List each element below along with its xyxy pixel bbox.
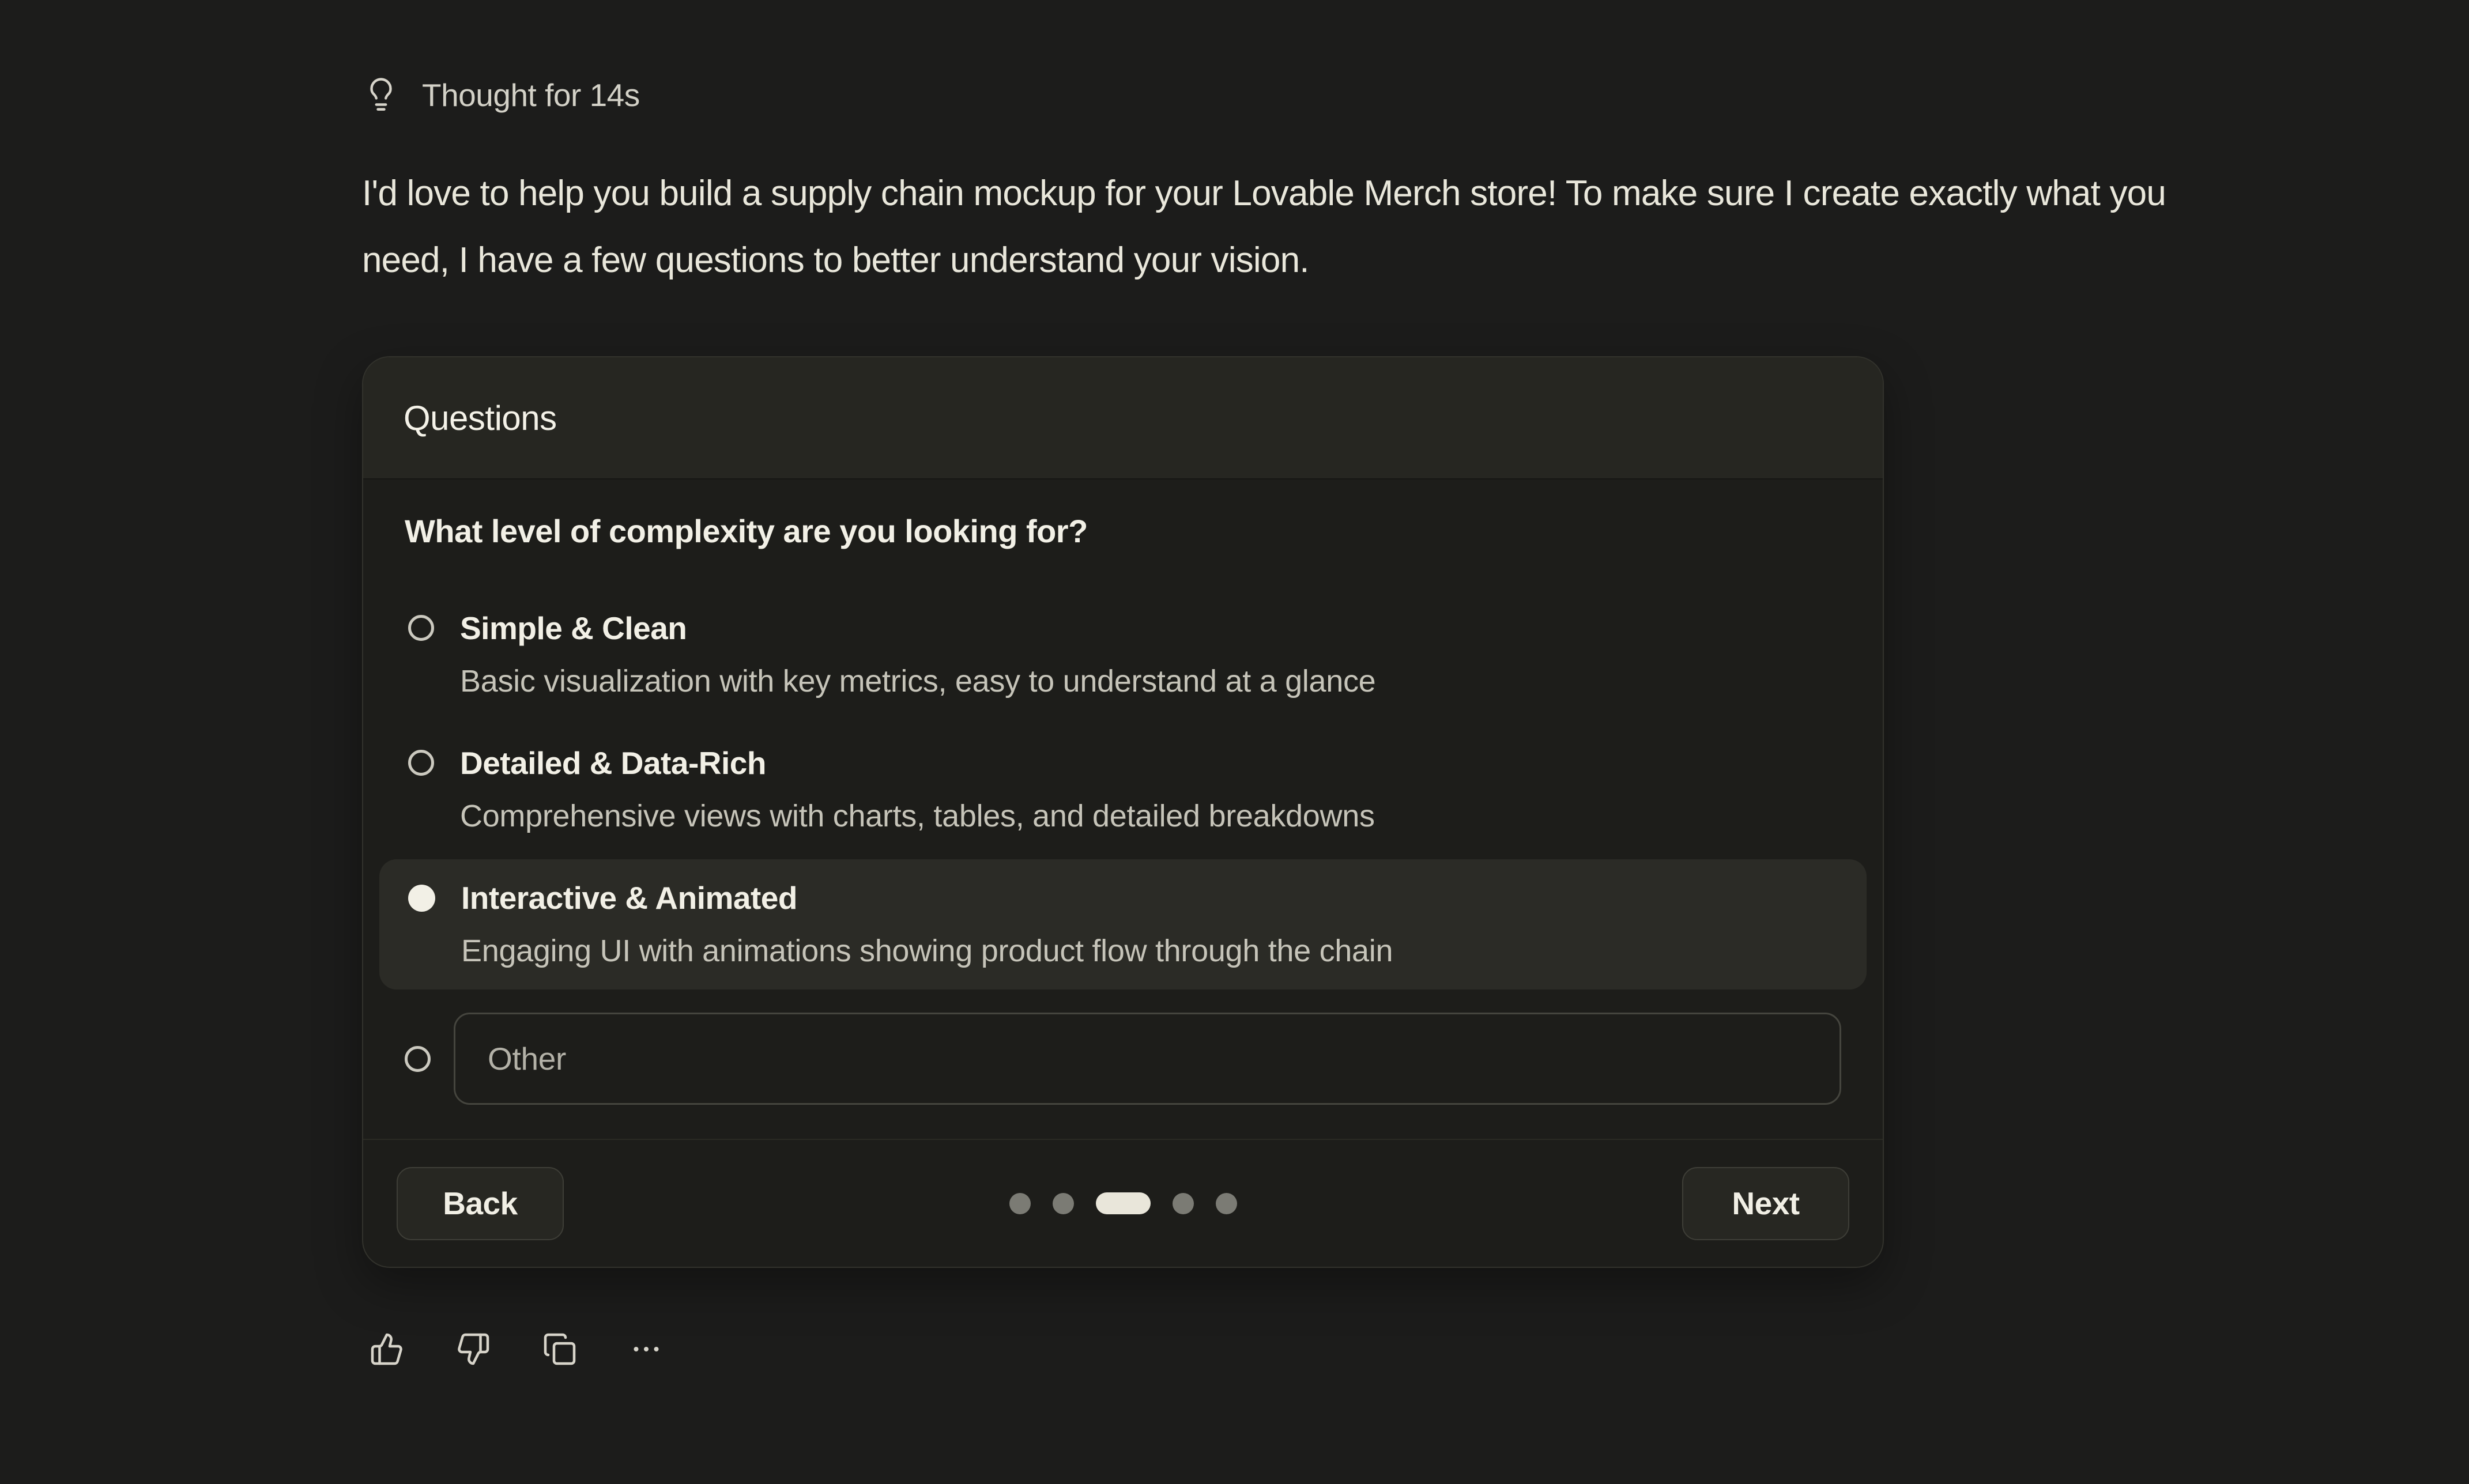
question-text: What level of complexity are you looking…: [405, 509, 1841, 553]
option-label: Detailed & Data-Rich: [460, 742, 1375, 784]
card-title: Questions: [404, 398, 557, 438]
option-interactive-animated[interactable]: Interactive & Animated Engaging UI with …: [379, 859, 1867, 990]
pagination-dot-active: [1096, 1192, 1151, 1214]
option-text: Detailed & Data-Rich Comprehensive views…: [460, 742, 1375, 837]
card-footer: Back Next: [363, 1139, 1883, 1267]
thumbs-down-icon: [456, 1332, 491, 1366]
radio-unselected-icon[interactable]: [408, 615, 434, 641]
thinking-toggle[interactable]: Thought for 14s: [362, 76, 640, 114]
more-options-button[interactable]: [628, 1331, 664, 1367]
assistant-message-text: I'd love to help you build a supply chai…: [362, 160, 2241, 294]
radio-unselected-icon[interactable]: [405, 1046, 431, 1072]
back-button[interactable]: Back: [397, 1167, 564, 1240]
thought-duration-label: Thought for 14s: [422, 77, 640, 114]
option-simple-clean[interactable]: Simple & Clean Basic visualization with …: [379, 590, 1867, 720]
option-label: Simple & Clean: [460, 607, 1375, 650]
pagination-dot: [1053, 1193, 1074, 1214]
pagination-dots: [1009, 1192, 1237, 1214]
copy-icon: [542, 1332, 577, 1366]
card-body: What level of complexity are you looking…: [363, 479, 1883, 1105]
pagination-dot: [1216, 1193, 1237, 1214]
thumbs-up-button[interactable]: [369, 1331, 405, 1367]
lightbulb-icon: [362, 76, 400, 114]
option-description: Basic visualization with key metrics, ea…: [460, 660, 1375, 703]
radio-unselected-icon[interactable]: [408, 750, 434, 776]
pagination-dot: [1009, 1193, 1031, 1214]
more-options-icon: [629, 1332, 664, 1366]
pagination-dot: [1173, 1193, 1194, 1214]
option-text: Simple & Clean Basic visualization with …: [460, 607, 1375, 703]
option-description: Comprehensive views with charts, tables,…: [460, 795, 1375, 837]
other-input[interactable]: [454, 1013, 1841, 1105]
thumbs-up-icon: [370, 1332, 404, 1366]
thumbs-down-button[interactable]: [455, 1331, 491, 1367]
next-button[interactable]: Next: [1682, 1167, 1849, 1240]
option-label: Interactive & Animated: [461, 877, 1393, 919]
option-other: [405, 1013, 1841, 1105]
card-header: Questions: [363, 357, 1883, 479]
chat-response: Thought for 14s I'd love to help you bui…: [0, 0, 2469, 1484]
copy-button[interactable]: [542, 1331, 578, 1367]
questions-card: Questions What level of complexity are y…: [362, 356, 1884, 1268]
message-actions: [369, 1331, 664, 1367]
radio-selected-icon[interactable]: [408, 885, 435, 912]
option-text: Interactive & Animated Engaging UI with …: [461, 877, 1393, 972]
option-detailed-data-rich[interactable]: Detailed & Data-Rich Comprehensive views…: [379, 724, 1867, 855]
option-description: Engaging UI with animations showing prod…: [461, 930, 1393, 972]
